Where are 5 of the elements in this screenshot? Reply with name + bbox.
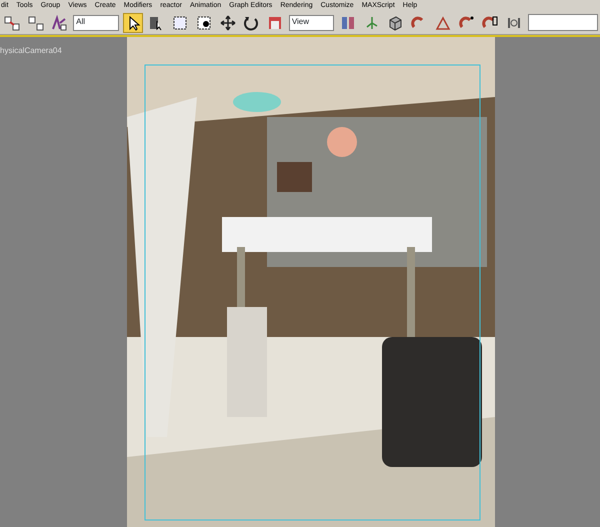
input-field[interactable] <box>528 14 598 31</box>
bind-icon[interactable] <box>49 12 70 32</box>
dropdown[interactable]: View <box>288 14 334 30</box>
cursor-icon[interactable] <box>122 12 143 32</box>
dropdown[interactable]: All <box>73 14 119 30</box>
